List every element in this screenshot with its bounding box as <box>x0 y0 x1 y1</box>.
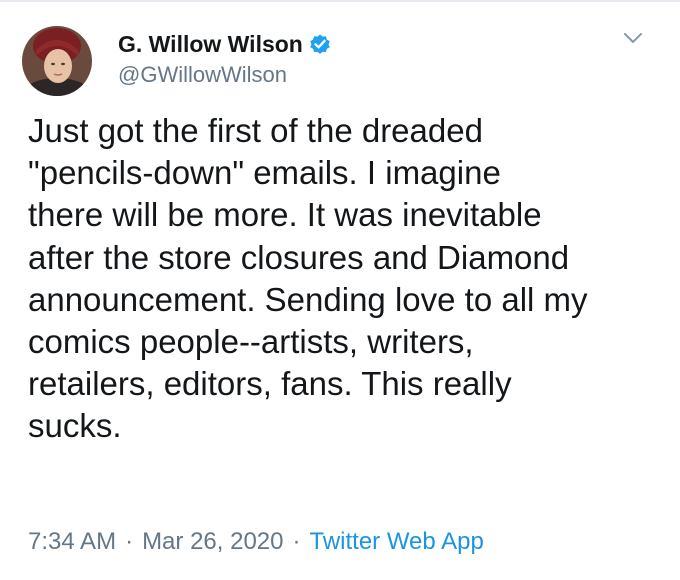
avatar-image <box>22 26 92 96</box>
author-name-row: G. Willow Wilson <box>118 30 332 58</box>
chevron-down-icon[interactable] <box>620 28 646 48</box>
meta-separator: · <box>292 528 301 555</box>
tweet-text-line: sucks. <box>28 407 122 445</box>
tweet-text-line: after the store closures and Diamond <box>28 238 570 276</box>
tweet-text-line: retailers, editors, fans. This really <box>28 365 512 403</box>
tweet-text-line: comics people--artists, writers, <box>28 323 474 361</box>
verified-badge-icon <box>308 32 332 56</box>
meta-separator: · <box>125 528 134 555</box>
tweet-text-line: Just got the first of the dreaded <box>28 112 483 149</box>
avatar[interactable] <box>22 26 92 96</box>
display-name[interactable]: G. Willow Wilson <box>118 30 303 58</box>
tweet-text-line: there will be more. It was inevitable <box>28 196 542 234</box>
tweet-meta: 7:34 AM · Mar 26, 2020 · Twitter Web App <box>28 527 484 557</box>
tweet-text: Just got the first of the dreaded "penci… <box>28 110 658 448</box>
tweet-text-line: "pencils-down" emails. I imagine <box>28 154 501 192</box>
tweet-date[interactable]: Mar 26, 2020 <box>142 528 283 555</box>
tweet-text-line: announcement. Sending love to all my <box>28 280 588 318</box>
tweet-time[interactable]: 7:34 AM <box>28 528 116 555</box>
tweet-source-link[interactable]: Twitter Web App <box>309 528 483 555</box>
top-divider <box>0 0 680 2</box>
user-handle[interactable]: @GWillowWilson <box>118 62 287 88</box>
